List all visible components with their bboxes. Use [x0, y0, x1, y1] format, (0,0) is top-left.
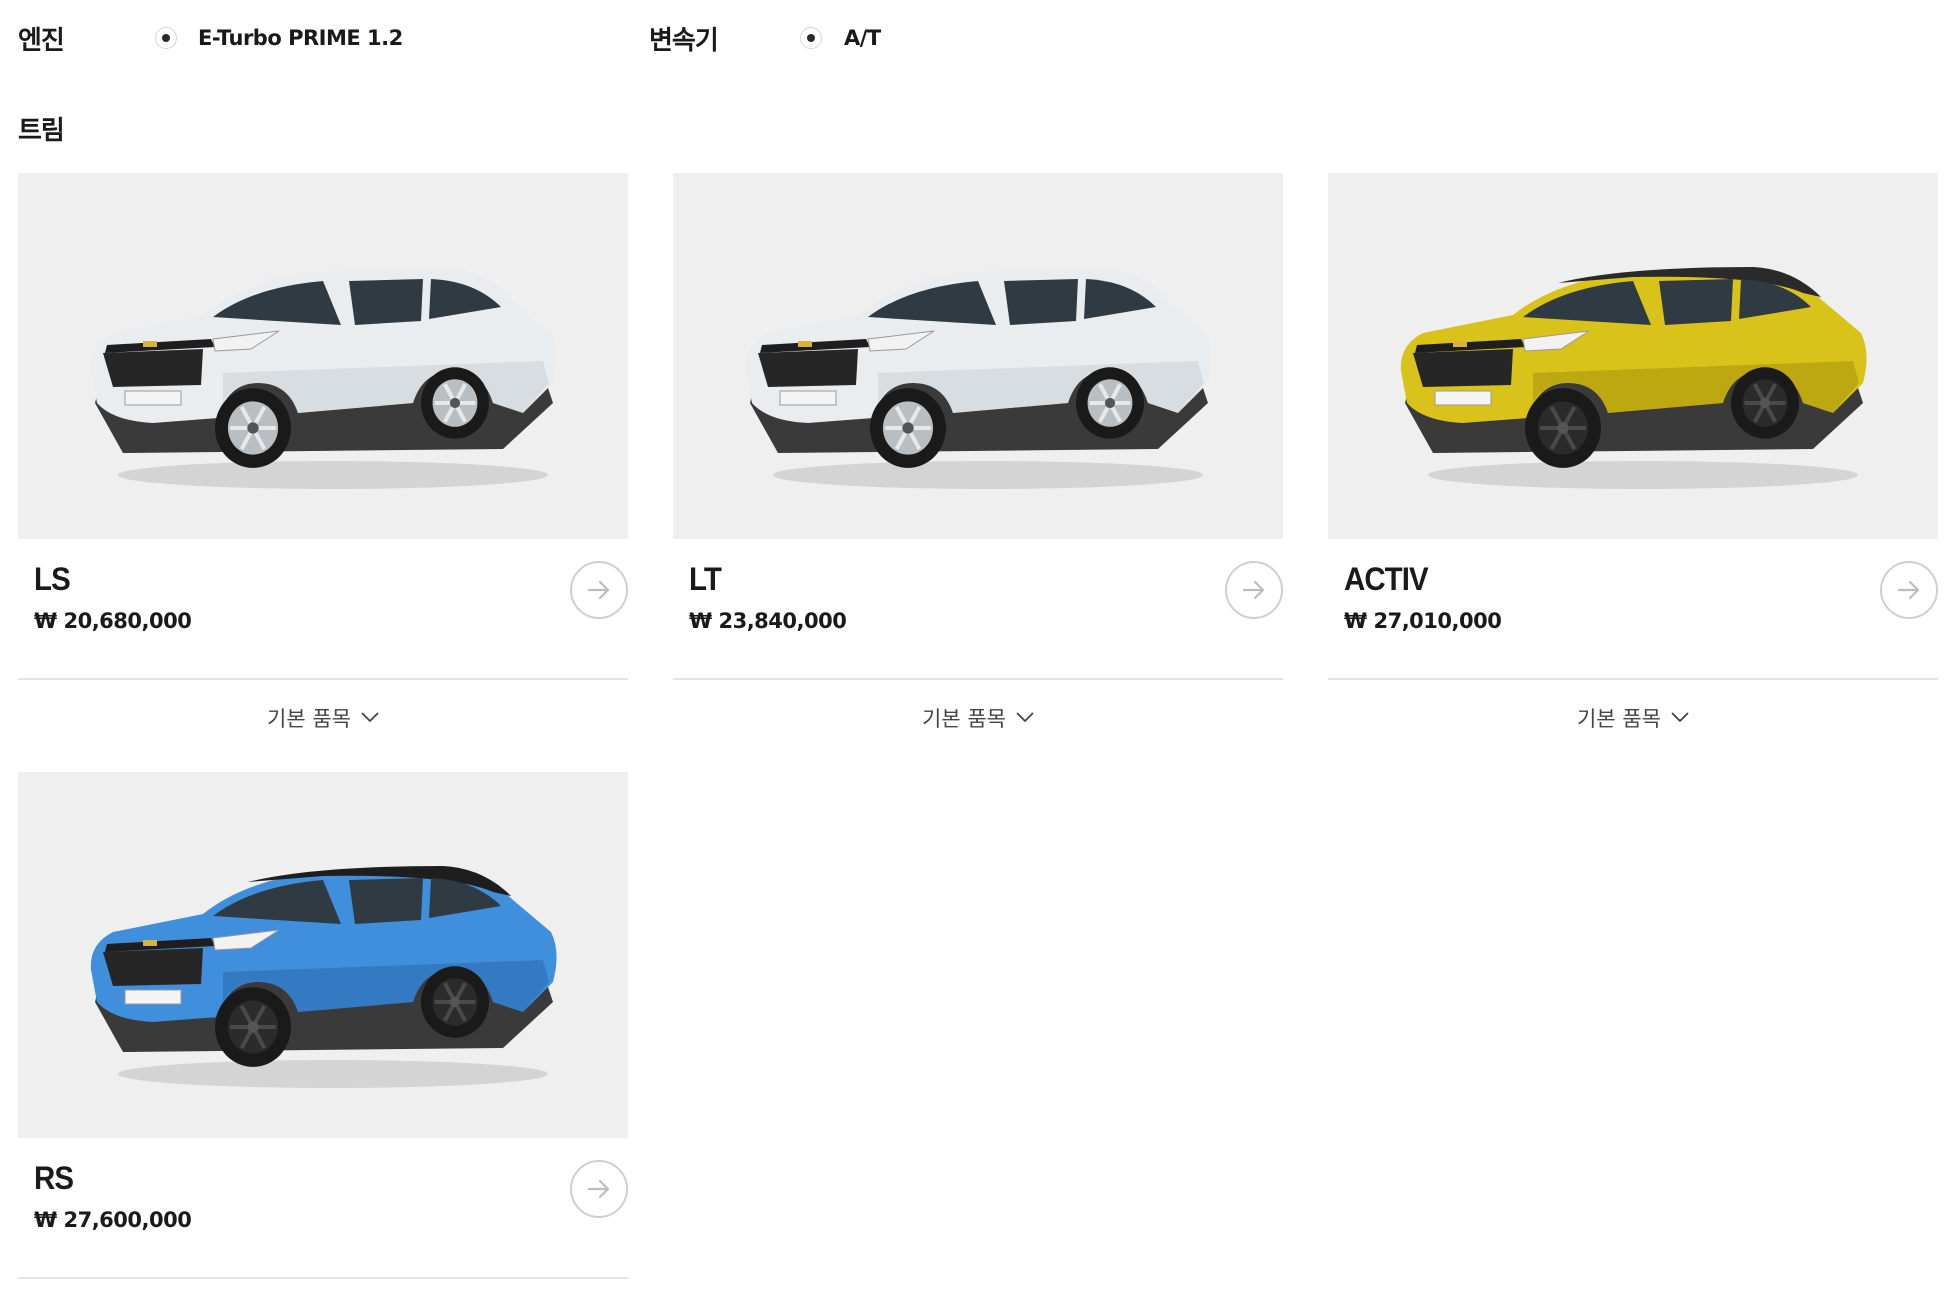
car-image[interactable] [1328, 173, 1938, 539]
arrow-right-circle-icon[interactable] [570, 1160, 628, 1218]
trim-price: ₩ 20,680,000 [34, 609, 192, 633]
transmission-label: 변속기 [649, 25, 719, 56]
engine-value[interactable]: E-Turbo PRIME 1.2 [198, 26, 403, 50]
trim-card-activ[interactable]: ACTIV ₩ 27,010,000 기본 품목 [1328, 173, 1938, 731]
trim-name: LT [689, 561, 722, 597]
wheel [1076, 367, 1144, 439]
wheel [870, 388, 946, 468]
standard-features-toggle[interactable]: 기본 품목 [18, 703, 628, 733]
standard-features-toggle[interactable]: 기본 품목 [673, 703, 1283, 733]
wheel [215, 388, 291, 468]
card-divider [18, 678, 628, 680]
arrow-right-circle-icon[interactable] [1880, 561, 1938, 619]
trim-card-rs[interactable]: RS ₩ 27,600,000 [18, 772, 628, 1279]
card-divider [673, 678, 1283, 680]
wheel [421, 367, 489, 439]
chevron-down-icon [361, 704, 379, 728]
features-label: 기본 품목 [267, 707, 351, 731]
chevron-down-icon [1671, 704, 1689, 728]
suv-illustration [745, 267, 1212, 489]
trim-name: ACTIV [1344, 561, 1429, 597]
trim-name: LS [34, 561, 71, 597]
wheel [215, 987, 291, 1067]
card-divider [18, 1277, 628, 1279]
suv-illustration [90, 866, 557, 1088]
trim-section-title: 트림 [18, 116, 65, 146]
trim-price: ₩ 27,600,000 [34, 1208, 192, 1232]
chevron-down-icon [1016, 704, 1034, 728]
car-image[interactable] [18, 772, 628, 1138]
trim-card-ls[interactable]: LS ₩ 20,680,000 기본 품목 [18, 173, 628, 731]
trim-card-lt[interactable]: LT ₩ 23,840,000 기본 품목 [673, 173, 1283, 731]
trim-price: ₩ 23,840,000 [689, 609, 847, 633]
car-image[interactable] [18, 173, 628, 539]
arrow-right-circle-icon[interactable] [570, 561, 628, 619]
wheel [1525, 388, 1601, 468]
standard-features-toggle[interactable]: 기본 품목 [1328, 703, 1938, 733]
suv-illustration [90, 267, 557, 489]
engine-radio-icon[interactable] [155, 27, 177, 49]
suv-illustration [1400, 267, 1867, 489]
transmission-radio-icon[interactable] [800, 27, 822, 49]
features-label: 기본 품목 [1577, 707, 1661, 731]
transmission-value[interactable]: A/T [844, 26, 881, 50]
trim-name: RS [34, 1160, 74, 1196]
wheel [1731, 367, 1799, 439]
card-divider [1328, 678, 1938, 680]
car-image[interactable] [673, 173, 1283, 539]
arrow-right-circle-icon[interactable] [1225, 561, 1283, 619]
engine-label: 엔진 [18, 25, 65, 56]
wheel [421, 966, 489, 1038]
trim-price: ₩ 27,010,000 [1344, 609, 1502, 633]
features-label: 기본 품목 [922, 707, 1006, 731]
